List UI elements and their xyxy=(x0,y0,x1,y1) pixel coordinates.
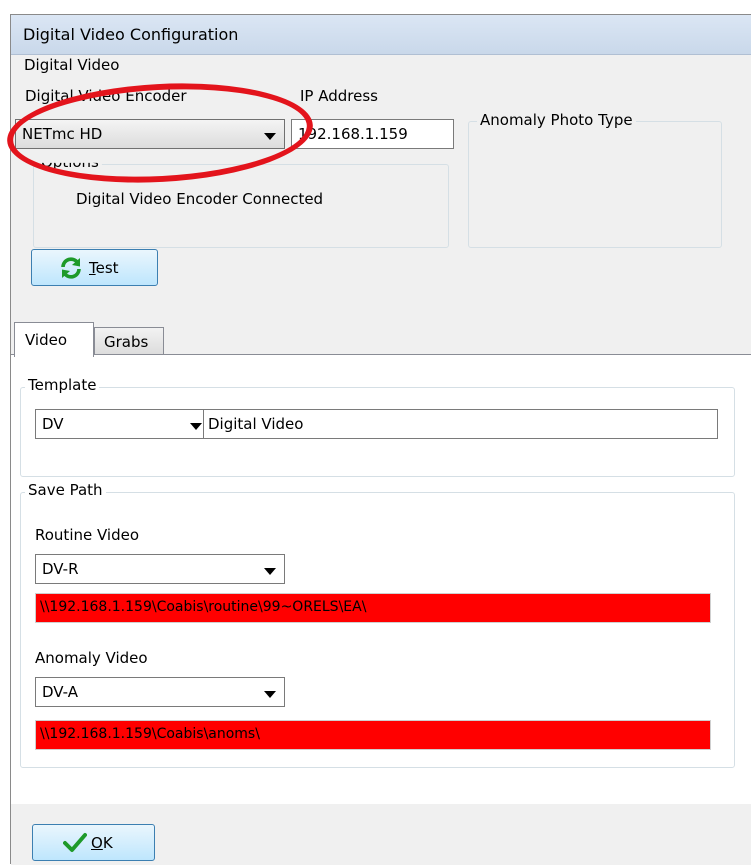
template-name-input[interactable]: Digital Video xyxy=(203,409,718,439)
routine-path-field[interactable]: \\192.168.1.159\Coabis\routine\99~ORELS\… xyxy=(35,593,711,623)
chevron-down-icon xyxy=(264,568,276,575)
tab-grabs[interactable]: Grabs xyxy=(94,327,164,355)
test-button[interactable]: Test xyxy=(31,249,158,286)
anomaly-photo-type-group xyxy=(468,121,722,248)
tab-video[interactable]: Video xyxy=(14,322,94,357)
ip-address-value: 192.168.1.159 xyxy=(298,125,408,143)
config-window: Digital Video Configuration Digital Vide… xyxy=(4,14,751,865)
dialog-footer: OK xyxy=(11,804,751,865)
ok-button-label: OK xyxy=(91,834,113,852)
template-code-select[interactable]: DV xyxy=(35,409,205,439)
anomaly-video-select[interactable]: DV-A xyxy=(35,677,285,707)
routine-video-value: DV-R xyxy=(42,560,79,578)
routine-video-label: Routine Video xyxy=(35,526,140,544)
template-code-value: DV xyxy=(42,415,64,433)
template-group-label: Template xyxy=(25,376,100,394)
ok-button[interactable]: OK xyxy=(32,824,155,861)
digital-video-group-label: Digital Video xyxy=(21,56,123,74)
chevron-down-icon xyxy=(264,691,276,698)
title-bar: Digital Video Configuration xyxy=(11,15,751,55)
refresh-icon xyxy=(59,256,83,284)
anomaly-path-field[interactable]: \\192.168.1.159\Coabis\anoms\ xyxy=(35,720,711,750)
checkmark-icon xyxy=(63,832,87,858)
save-path-group-label: Save Path xyxy=(25,481,106,499)
template-name-value: Digital Video xyxy=(208,415,304,433)
anomaly-video-value: DV-A xyxy=(42,683,79,701)
ip-address-input[interactable]: 192.168.1.159 xyxy=(291,119,454,149)
tab-grabs-label: Grabs xyxy=(104,333,149,351)
routine-video-select[interactable]: DV-R xyxy=(35,554,285,584)
routine-path-value: \\192.168.1.159\Coabis\routine\99~ORELS\… xyxy=(40,599,367,615)
anomaly-photo-type-label: Anomaly Photo Type xyxy=(477,111,636,129)
tab-video-label: Video xyxy=(25,331,68,349)
ip-address-label: IP Address xyxy=(300,87,378,105)
video-tab-panel: Template DV Digital Video Save Path Rout… xyxy=(11,354,751,804)
chevron-down-icon xyxy=(190,423,202,430)
encoder-status-text: Digital Video Encoder Connected xyxy=(76,190,324,208)
anomaly-video-label: Anomaly Video xyxy=(35,649,148,667)
window-title: Digital Video Configuration xyxy=(23,25,239,44)
test-button-label: Test xyxy=(89,259,119,277)
anomaly-path-value: \\192.168.1.159\Coabis\anoms\ xyxy=(40,726,260,742)
